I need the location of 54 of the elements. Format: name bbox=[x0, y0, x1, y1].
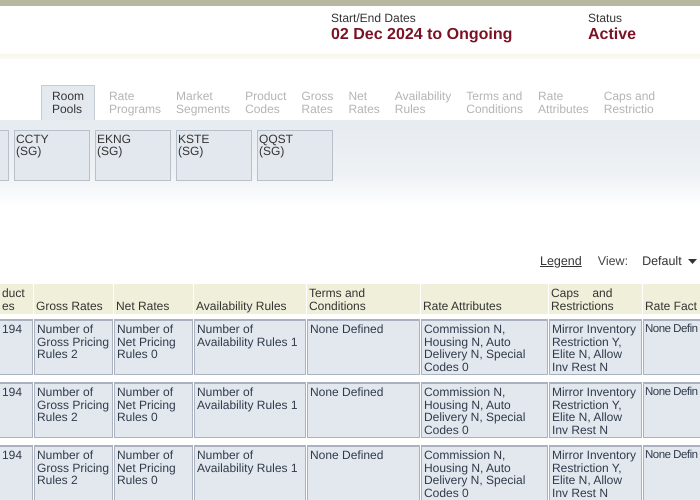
view-label: View: bbox=[598, 254, 628, 268]
column-header: Net Rates bbox=[114, 284, 193, 314]
tab[interactable]: Terms and Conditions bbox=[465, 85, 524, 120]
tab[interactable]: Rate Attributes bbox=[536, 85, 590, 120]
table-cell: Number of Net Pricing Rules 0 bbox=[114, 382, 193, 438]
column-header: Rate Fact bbox=[643, 284, 700, 314]
table-cell: Mirror Inventory Restriction Y, Elite N, Allow Inv Rest N bbox=[549, 319, 642, 375]
dates-label: Start/End Dates bbox=[331, 11, 417, 25]
table-cell: None Defined bbox=[307, 445, 420, 500]
status-value: Active bbox=[588, 26, 636, 44]
column-header: Terms and Conditions bbox=[307, 284, 420, 314]
tab[interactable]: Market Segments bbox=[175, 85, 232, 120]
pool-tile[interactable]: QQST (SG) bbox=[257, 130, 333, 181]
column-header: Availability Rules bbox=[194, 284, 306, 314]
table-cell: Number of Net Pricing Rules 0 bbox=[114, 319, 193, 375]
caret-icon bbox=[688, 258, 697, 264]
status-label: Status bbox=[588, 11, 624, 25]
table-cell: None Defined bbox=[307, 319, 420, 375]
table-cell: 194 bbox=[0, 319, 33, 375]
column-header: Gross Rates bbox=[34, 284, 113, 314]
view-dropdown[interactable]: Default bbox=[642, 254, 697, 268]
table-cell: Number of Gross Pricing Rules 2 bbox=[34, 445, 113, 500]
table-cell: Mirror Inventory Restriction Y, Elite N, Allow Inv Rest N bbox=[549, 382, 642, 438]
table-cell: None Defin bbox=[643, 445, 700, 500]
table-cell: Number of Availability Rules 1 bbox=[194, 445, 306, 500]
pool-tile[interactable]: KSTE (SG) bbox=[176, 130, 252, 181]
tab[interactable]: Rate Programs bbox=[108, 85, 162, 120]
table-cell: None Defin bbox=[643, 382, 700, 438]
tab[interactable]: Net Rates bbox=[347, 85, 381, 120]
table-cell: Commission N, Housing N, Auto Delivery N, Special Codes 0 bbox=[421, 319, 548, 375]
dates-value: 02 Dec 2024 to Ongoing bbox=[331, 26, 514, 44]
table-cell: None Defined bbox=[307, 382, 420, 438]
tab[interactable]: Product Codes bbox=[244, 85, 288, 120]
pool-tile[interactable]: CCTY (SG) bbox=[14, 130, 90, 181]
column-header: duct es bbox=[0, 284, 33, 314]
column-header: Rate Attributes bbox=[421, 284, 548, 314]
table-cell: Number of Availability Rules 1 bbox=[194, 319, 306, 375]
table-cell: Number of Gross Pricing Rules 2 bbox=[34, 319, 113, 375]
table-cell: Number of Availability Rules 1 bbox=[194, 382, 306, 438]
tab[interactable]: Room Pools bbox=[41, 85, 96, 120]
table-cell: 194 bbox=[0, 445, 33, 500]
table-cell: None Defin bbox=[643, 319, 700, 375]
table-cell: Number of Net Pricing Rules 0 bbox=[114, 445, 193, 500]
column-header: Caps and Restrictions bbox=[549, 284, 642, 314]
table-cell: Commission N, Housing N, Auto Delivery N, Special Codes 0 bbox=[421, 445, 548, 500]
tab[interactable]: Availability Rules bbox=[394, 85, 452, 120]
pool-tile[interactable]: EKNG (SG) bbox=[95, 130, 171, 181]
tab[interactable]: Gross Rates bbox=[300, 85, 334, 120]
table-cell: Commission N, Housing N, Auto Delivery N, Special Codes 0 bbox=[421, 382, 548, 438]
tab[interactable]: Caps and Restrictio bbox=[602, 85, 656, 120]
table-cell: Number of Gross Pricing Rules 2 bbox=[34, 382, 113, 438]
legend-link[interactable]: Legend bbox=[540, 254, 582, 268]
table-cell: Mirror Inventory Restriction Y, Elite N, Allow Inv Rest N bbox=[549, 445, 642, 500]
table-cell: 194 bbox=[0, 382, 33, 438]
